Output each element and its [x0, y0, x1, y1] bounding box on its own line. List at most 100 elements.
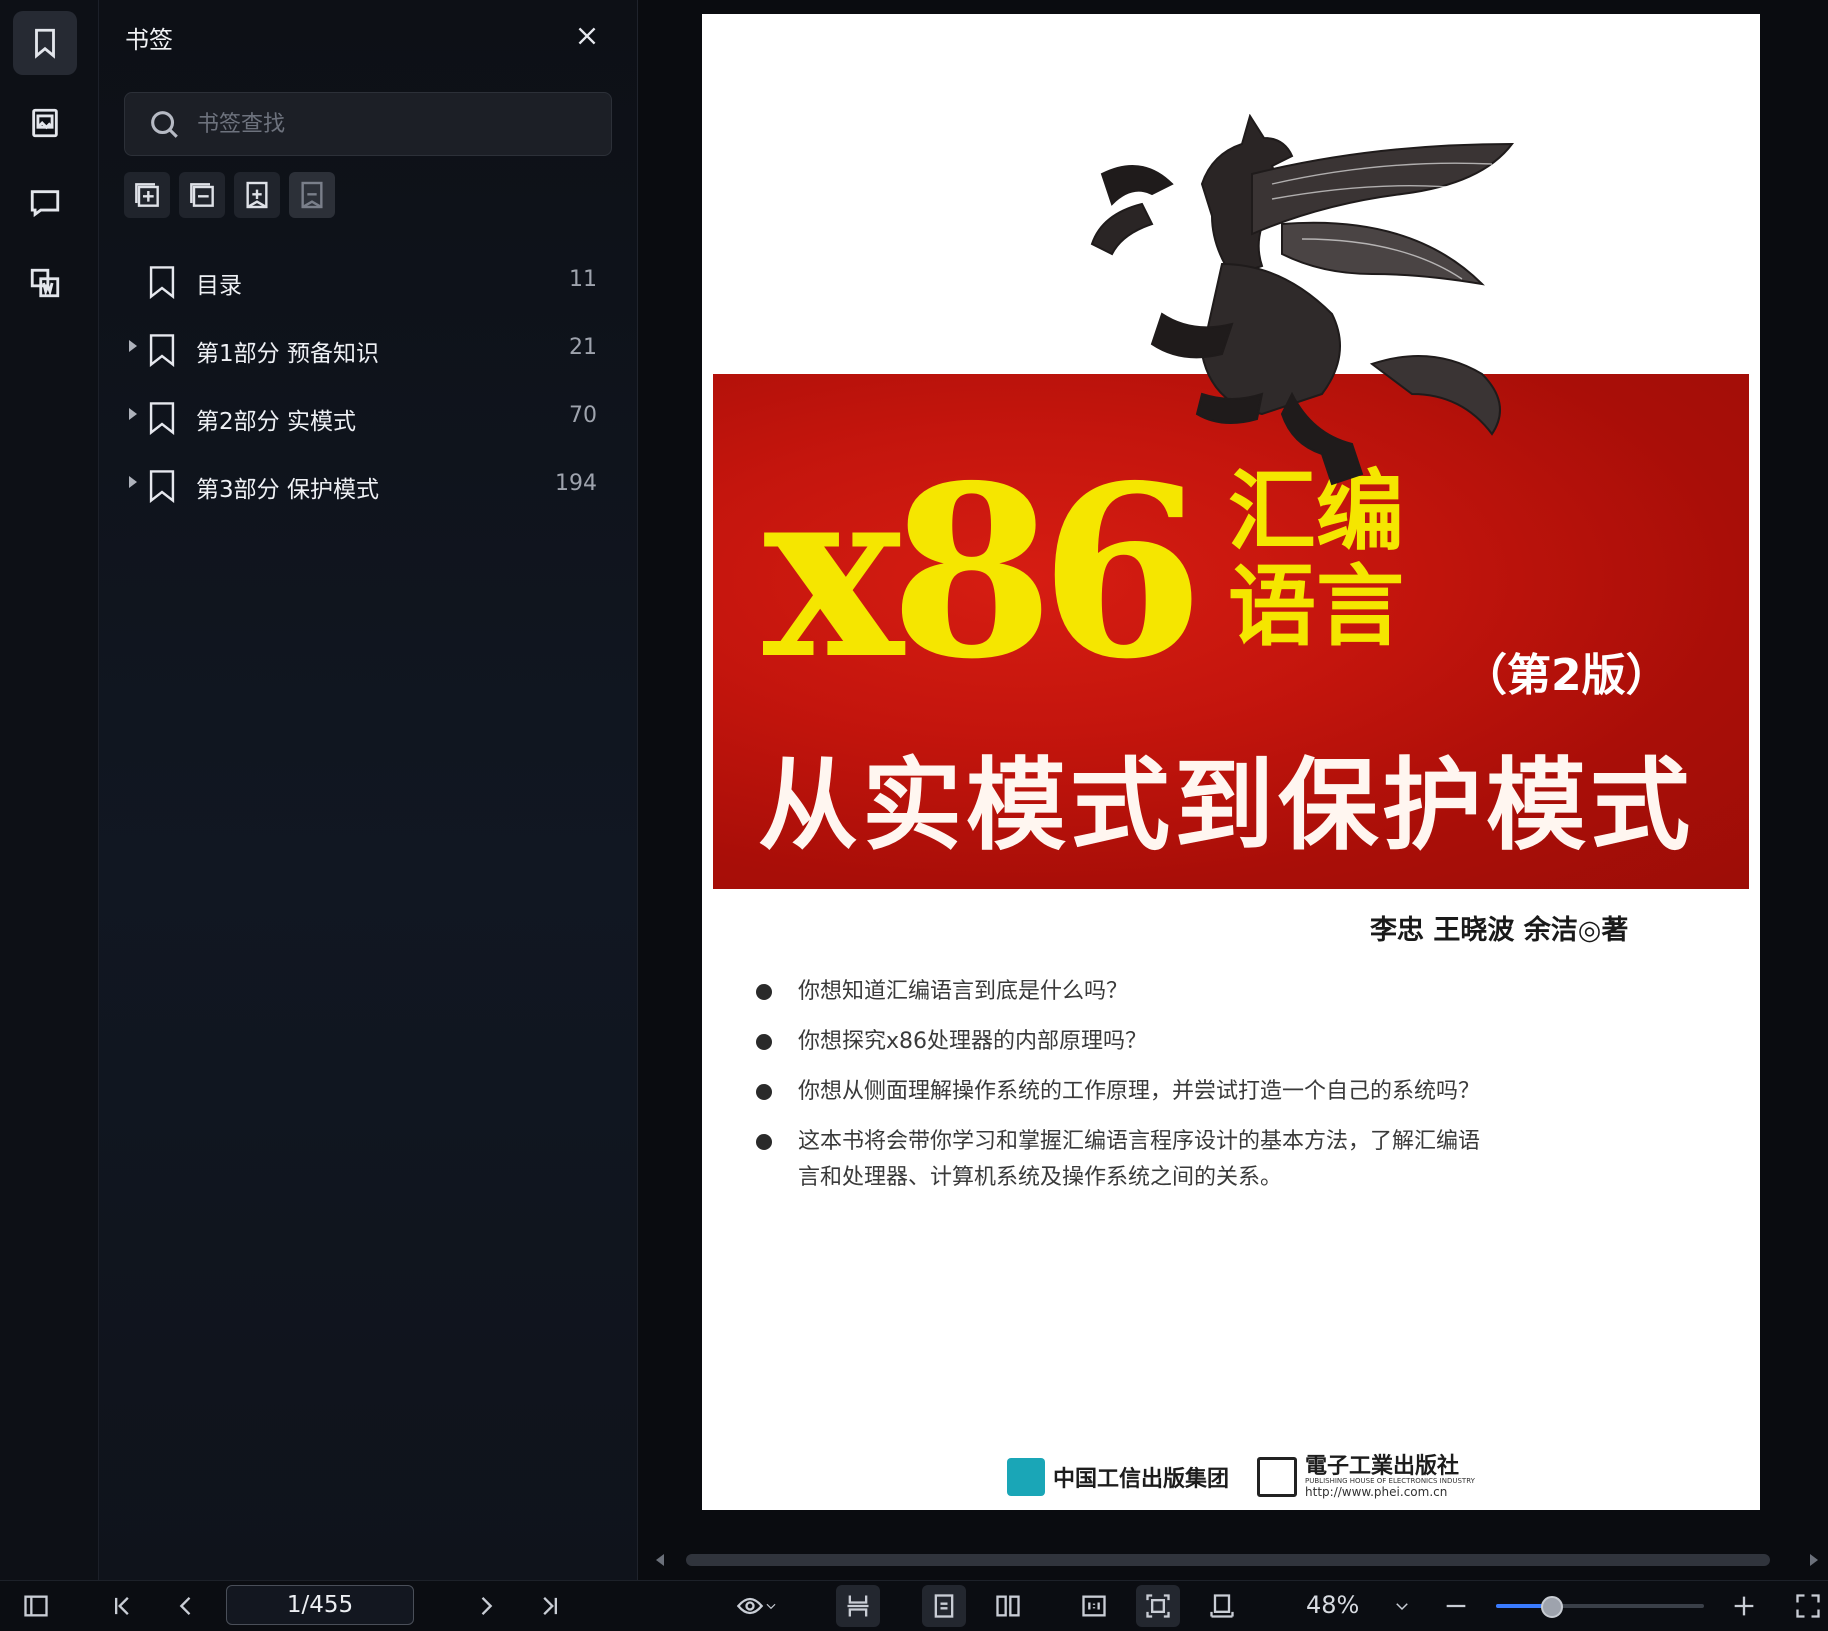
last-page-icon [543, 1597, 557, 1615]
page-number-input[interactable]: 1/455 [226, 1585, 414, 1625]
bookmark-icon [35, 28, 55, 59]
cover-title-line2: 语言 [1228, 555, 1405, 659]
zoom-slider[interactable] [1496, 1596, 1704, 1618]
zoom-out-button[interactable] [1434, 1585, 1478, 1627]
bookmark-label: 第2部分 实模式 [196, 409, 356, 435]
cover-bullet: 你想知道汇编语言到底是什么吗？ [754, 974, 1574, 1010]
bookmark-search-input[interactable] [195, 110, 579, 138]
bookmark-item[interactable]: 目录 11 [99, 248, 637, 316]
bookmark-search-box[interactable] [124, 92, 612, 156]
bookmark-page: 70 [569, 403, 597, 428]
plus-icon [1734, 1596, 1754, 1616]
comment-icon [30, 190, 60, 218]
scroll-right-arrow-icon[interactable] [1810, 1554, 1818, 1566]
fit-width-icon [1210, 1594, 1234, 1618]
expand-all-icon [135, 183, 159, 207]
collapse-all-button[interactable] [179, 172, 225, 218]
bookmark-label: 第3部分 保护模式 [196, 477, 379, 503]
remove-bookmark-icon [301, 181, 323, 209]
expand-caret-icon[interactable] [129, 476, 137, 488]
remove-bookmark-button[interactable] [289, 172, 335, 218]
single-page-icon [934, 1594, 954, 1618]
cover-edition: （第2版） [1463, 650, 1670, 701]
zoom-slider-handle[interactable] [1541, 1596, 1564, 1618]
horizontal-scrollbar[interactable] [652, 1552, 1822, 1568]
fit-width-button[interactable] [1200, 1585, 1244, 1627]
actual-size-icon [1082, 1595, 1106, 1617]
close-panel-button[interactable] [569, 18, 605, 54]
cover-subtitle: 从实模式到保护模式 [758, 747, 1694, 864]
first-page-button[interactable] [100, 1585, 144, 1627]
expand-caret-icon[interactable] [129, 340, 137, 352]
sidebar-toggle-icon [24, 1595, 48, 1617]
single-page-button[interactable] [922, 1585, 966, 1627]
pdf-page: x86 汇编 语言 （第2版） 从实模式到保护模式 李忠 王晓波 余洁◎著 你想… [702, 14, 1760, 1510]
cover-authors: 李忠 王晓波 余洁◎著 [1370, 915, 1629, 946]
comment-panel-button[interactable] [13, 171, 77, 235]
bookmark-panel: 书签 目录 11 第1部分 预备知识 21 [99, 0, 638, 1580]
zoom-dropdown-button[interactable] [1380, 1585, 1424, 1627]
bookmark-page: 21 [569, 335, 597, 360]
scrollbar-thumb[interactable] [686, 1554, 1770, 1566]
thumbnail-panel-button[interactable] [13, 91, 77, 155]
bookmark-item[interactable]: 第1部分 预备知识 21 [99, 316, 637, 384]
chevron-down-icon [1396, 1603, 1408, 1611]
word-convert-icon [30, 268, 60, 298]
bottom-toolbar: 1/455 48% [0, 1580, 1828, 1631]
bookmark-icon [147, 401, 177, 436]
fullscreen-button[interactable] [1786, 1585, 1828, 1627]
bookmark-item[interactable]: 第3部分 保护模式 194 [99, 452, 637, 520]
eye-icon [736, 1597, 764, 1615]
chevron-right-icon [481, 1597, 493, 1615]
cover-bullet: 这本书将会带你学习和掌握汇编语言程序设计的基本方法，了解汇编语言和处理器、计算机… [754, 1124, 1488, 1196]
continuous-scroll-button[interactable] [836, 1585, 880, 1627]
chevron-left-icon [179, 1597, 191, 1615]
panel-title: 书签 [125, 26, 173, 54]
next-page-button[interactable] [464, 1585, 508, 1627]
publisher-house: 電子工業出版社 PUBLISHING HOUSE OF ELECTRONICS … [1257, 1454, 1475, 1499]
collapse-all-icon [190, 183, 214, 207]
add-bookmark-icon [246, 181, 268, 209]
close-icon [578, 27, 596, 45]
convert-word-button[interactable] [13, 251, 77, 315]
bookmark-label: 第1部分 预备知识 [196, 341, 379, 367]
bookmark-list: 目录 11 第1部分 预备知识 21 第2部分 实模式 70 第3部分 保护模式… [99, 248, 637, 520]
cover-bullets: 你想知道汇编语言到底是什么吗？ 你想探究x86处理器的内部原理吗？ 你想从侧面理… [754, 974, 1574, 1210]
actual-size-button[interactable] [1072, 1585, 1116, 1627]
bookmark-icon [147, 333, 177, 368]
fit-page-icon [1146, 1594, 1170, 1618]
search-icon [151, 111, 178, 138]
publisher-house-url: http://www.phei.com.cn [1305, 1484, 1448, 1499]
fit-page-button[interactable] [1136, 1585, 1180, 1627]
zoom-level[interactable]: 48% [1306, 1591, 1359, 1619]
last-page-button[interactable] [528, 1585, 572, 1627]
publisher-house-logo [1257, 1456, 1298, 1497]
bookmark-panel-button[interactable] [13, 11, 77, 75]
first-page-icon [115, 1597, 129, 1615]
zoom-in-button[interactable] [1722, 1585, 1766, 1627]
bookmark-item[interactable]: 第2部分 实模式 70 [99, 384, 637, 452]
scroll-left-arrow-icon[interactable] [656, 1554, 664, 1566]
bookmark-label: 目录 [196, 273, 242, 299]
two-page-button[interactable] [986, 1585, 1030, 1627]
fullscreen-icon [1796, 1594, 1820, 1618]
publisher-group: 中国工信出版集团 [1007, 1457, 1230, 1496]
publisher-house-name: 電子工業出版社 [1305, 1453, 1460, 1479]
minus-icon [1446, 1604, 1466, 1608]
publisher-group-name: 中国工信出版集团 [1053, 1466, 1230, 1492]
previous-page-button[interactable] [164, 1585, 208, 1627]
document-viewport[interactable]: x86 汇编 语言 （第2版） 从实模式到保护模式 李忠 王晓波 余洁◎著 你想… [638, 0, 1828, 1580]
bookmark-icon [147, 265, 177, 300]
bookmark-icon [147, 469, 177, 504]
publisher-group-logo [1007, 1457, 1045, 1496]
add-bookmark-button[interactable] [234, 172, 280, 218]
cover-publishers: 中国工信出版集团 電子工業出版社 PUBLISHING HOUSE OF ELE… [1007, 1454, 1475, 1499]
expand-all-button[interactable] [124, 172, 170, 218]
cover-bullet: 你想探究x86处理器的内部原理吗？ [754, 1024, 1574, 1060]
image-icon [32, 108, 58, 138]
expand-caret-icon[interactable] [129, 408, 137, 420]
bookmark-page: 11 [569, 267, 597, 292]
toggle-sidebar-button[interactable] [14, 1585, 58, 1627]
view-mode-dropdown[interactable] [722, 1585, 792, 1627]
cover-bullet: 你想从侧面理解操作系统的工作原理，并尝试打造一个自己的系统吗？ [754, 1074, 1574, 1110]
